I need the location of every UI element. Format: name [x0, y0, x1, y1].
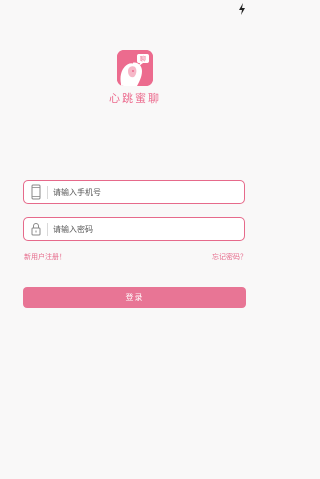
- phone-input[interactable]: [53, 181, 238, 203]
- app-logo: 聊: [117, 50, 153, 86]
- logo-bubble-text: 聊: [140, 55, 146, 63]
- password-field-separator: [47, 223, 48, 236]
- app-name: 心跳蜜聊: [109, 92, 161, 105]
- register-link[interactable]: 新用户注册！: [24, 252, 66, 262]
- status-bar: [0, 0, 270, 18]
- login-button[interactable]: 登录: [23, 287, 246, 308]
- password-input[interactable]: [53, 218, 238, 240]
- charging-bolt-icon: [239, 3, 245, 15]
- login-screen: 聊 心跳蜜聊 新用户注册！ 忘记密码？ 登录: [0, 0, 270, 479]
- phone-field-separator: [47, 186, 48, 199]
- lock-icon: [31, 223, 41, 236]
- forgot-password-link[interactable]: 忘记密码？: [212, 252, 247, 262]
- password-field[interactable]: [23, 217, 245, 241]
- phone-field[interactable]: [23, 180, 245, 204]
- phone-icon: [31, 184, 41, 200]
- girl-with-speech-bubble-logo: 聊: [117, 50, 153, 86]
